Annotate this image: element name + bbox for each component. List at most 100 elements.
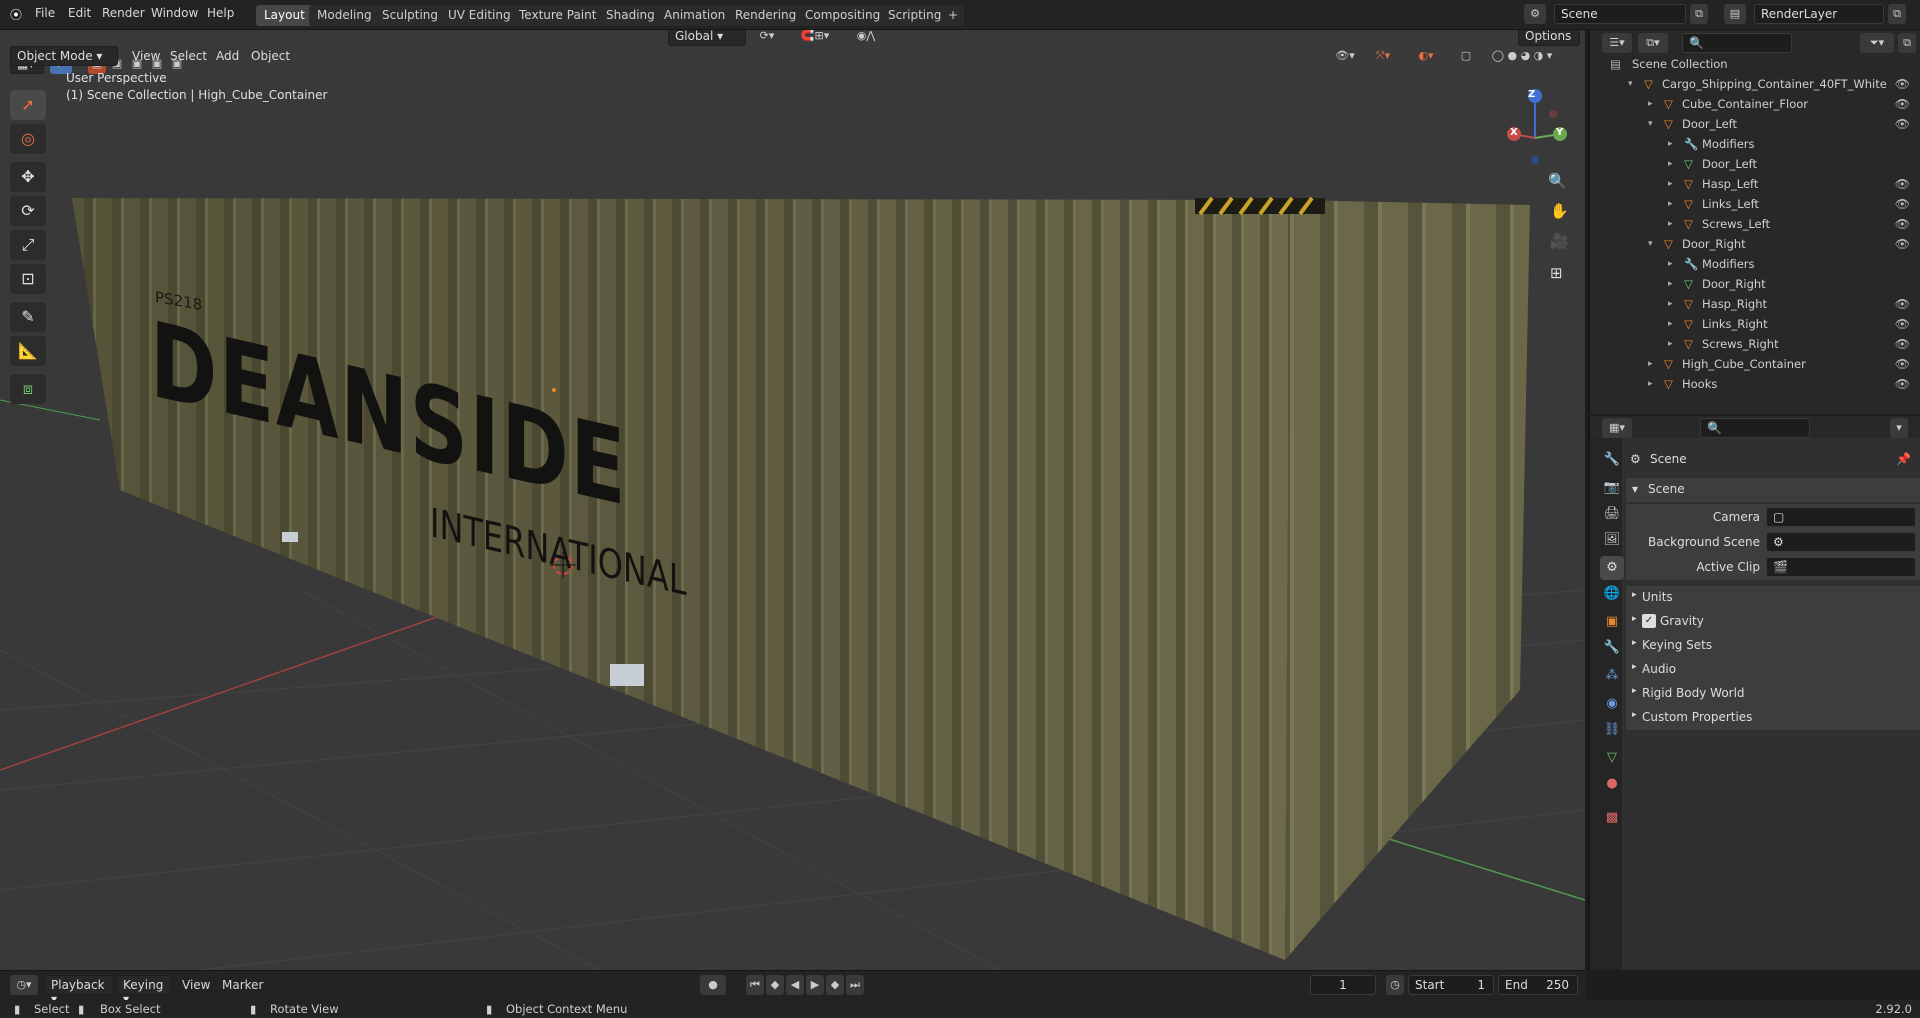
subpanel-header[interactable]: ▸ Custom Properties [1626,706,1920,730]
outliner-item[interactable]: ▾ ▽ Cargo_Shipping_Container_40FT_White 👁 [1590,74,1920,94]
tab-modeling[interactable]: Modeling [309,5,380,26]
properties-editor-icon[interactable]: ▦▾ [1602,418,1632,438]
tool-measure[interactable]: 📐 [10,336,46,366]
menu-edit[interactable]: Edit [68,6,91,20]
outliner-item[interactable]: ▸ ▽ Door_Right [1590,274,1920,294]
mode-selector[interactable]: Object Mode ▾ [10,46,118,66]
visibility-eye-icon[interactable]: 👁 [1895,77,1910,91]
ortho-grid-icon[interactable]: ⊞ [1550,264,1563,282]
tool-move[interactable]: ✥ [10,162,46,192]
chevron-right-icon[interactable]: ▸ [1648,379,1653,389]
pan-hand-icon[interactable]: ✋ [1550,202,1569,220]
new-collection-icon[interactable]: ⧉ [1898,33,1916,53]
timeline-menu-marker[interactable]: Marker [222,978,263,992]
play-reverse-icon[interactable]: ◀ [786,975,804,995]
play-icon[interactable]: ▶ [806,975,824,995]
tab-physics-icon[interactable]: ◉ [1600,692,1624,716]
timeline-menu-view[interactable]: View [182,978,210,992]
tab-scripting[interactable]: Scripting [880,5,950,26]
keying-dropdown[interactable]: Keying ▾ [116,975,172,1006]
tab-texture-icon[interactable]: ▩ [1600,806,1624,830]
start-frame-field[interactable]: Start 1 [1408,975,1494,995]
visibility-eye-icon[interactable]: 👁 [1895,97,1910,111]
viewport-menu-select[interactable]: Select [170,49,207,63]
pivot-point-icon[interactable]: ⟳▾ [752,30,782,46]
outliner-item[interactable]: ▾ ▽ Door_Right 👁 [1590,234,1920,254]
proportional-editing-icon[interactable]: ◉⋀ [846,30,886,46]
chevron-right-icon[interactable]: ▸ [1668,319,1673,329]
menu-help[interactable]: Help [207,6,234,20]
chevron-right-icon[interactable]: ▸ [1668,159,1673,169]
menu-window[interactable]: Window [151,6,198,20]
visibility-eye-icon[interactable]: 👁 [1895,337,1910,351]
outliner-item[interactable]: ▸ ▽ Hooks 👁 [1590,374,1920,394]
subpanel-header[interactable]: ▸ ✓ Gravity [1626,610,1920,634]
properties-search-input[interactable]: 🔍 [1700,418,1810,438]
tab-sculpting[interactable]: Sculpting [374,5,447,26]
tab-output-icon[interactable]: 🖨 [1600,502,1624,526]
viewport-menu-object[interactable]: Object [251,49,290,63]
subpanel-header[interactable]: ▸ Rigid Body World [1626,682,1920,706]
subpanel-header[interactable]: ▸ Units [1626,586,1920,610]
tab-material-icon[interactable]: ● [1600,772,1624,796]
3d-viewport[interactable]: Z X Y DEANSIDE INTERNATIONAL PS218 ▦▾ ➚ … [0,30,1585,970]
tab-render-icon[interactable]: 📷 [1600,476,1624,500]
outliner-item[interactable]: ▾ ▽ Door_Left 👁 [1590,114,1920,134]
chevron-right-icon[interactable]: ▸ [1668,279,1673,289]
scene-name-field[interactable]: Scene [1554,4,1686,24]
chevron-right-icon[interactable]: ▸ [1668,179,1673,189]
outliner-item[interactable]: ▸ ▽ Screws_Right 👁 [1590,334,1920,354]
background-scene-field[interactable]: ⚙ [1766,532,1916,552]
outliner-item[interactable]: ▸ ▽ High_Cube_Container 👁 [1590,354,1920,374]
outliner-root[interactable]: ▤ Scene Collection [1590,54,1920,74]
chevron-down-icon[interactable]: ▾ [1648,239,1653,249]
tool-cursor[interactable]: ◎ [10,124,46,154]
tool-add-cube[interactable]: ⧈ [10,374,46,404]
new-scene-icon[interactable]: ⧉ [1690,4,1708,24]
zoom-icon[interactable]: 🔍 [1548,172,1567,190]
visibility-eye-icon[interactable]: 👁 [1895,117,1910,131]
tool-annotate[interactable]: ✎ [10,302,46,332]
chevron-right-icon[interactable]: ▸ [1648,99,1653,109]
gravity-checkbox[interactable]: ✓ [1642,614,1656,628]
preview-range-icon[interactable]: ◷ [1386,975,1404,995]
tool-transform[interactable]: ⊡ [10,264,46,294]
chevron-down-icon[interactable]: ▾ [1628,79,1633,89]
properties-options-icon[interactable]: ▾ [1890,418,1908,438]
camera-view-icon[interactable]: 🎥 [1550,232,1569,250]
outliner-item[interactable]: ▸ 🔧 Modifiers [1590,254,1920,274]
next-keyframe-icon[interactable]: ◆ [826,975,844,995]
tab-view-layer-icon[interactable]: 🖼 [1600,528,1624,552]
outliner-item[interactable]: ▸ ▽ Door_Left [1590,154,1920,174]
outliner-editor-icon[interactable]: ☰▾ [1602,33,1632,53]
chevron-right-icon[interactable]: ▸ [1668,199,1673,209]
add-workspace-button[interactable]: + [942,5,965,26]
tab-layout[interactable]: Layout [256,5,313,26]
menu-file[interactable]: File [35,6,55,20]
view-layer-icon[interactable]: ▤ [1724,4,1746,24]
subpanel-header[interactable]: ▸ Audio [1626,658,1920,682]
visibility-eye-icon[interactable]: 👁 [1895,217,1910,231]
outliner-item[interactable]: ▸ ▽ Links_Right 👁 [1590,314,1920,334]
viewport-menu-add[interactable]: Add [216,49,239,63]
visibility-eye-icon[interactable]: 👁 [1895,357,1910,371]
tab-animation[interactable]: Animation [656,5,734,26]
pin-icon[interactable]: 📌 [1896,452,1911,466]
jump-start-icon[interactable]: ⏮ [746,975,764,995]
outliner-item[interactable]: ▸ ▽ Cube_Container_Floor 👁 [1590,94,1920,114]
visibility-eye-icon[interactable]: 👁 [1895,237,1910,251]
scene-icon[interactable]: ⚙ [1524,4,1546,24]
filter-icon[interactable]: ⏷▾ [1860,33,1894,53]
outliner-search-input[interactable]: 🔍 [1682,33,1792,53]
outliner-item[interactable]: ▸ 🔧 Modifiers [1590,134,1920,154]
camera-field[interactable]: ▢ [1766,507,1916,527]
tool-select-box[interactable]: ➚ [10,90,46,120]
visibility-eye-icon[interactable]: 👁 [1895,377,1910,391]
chevron-right-icon[interactable]: ▸ [1668,299,1673,309]
tab-constraints-icon[interactable]: ⛓ [1600,718,1624,742]
new-view-layer-icon[interactable]: ⧉ [1888,4,1906,24]
end-frame-field[interactable]: End 250 [1498,975,1578,995]
xray-toggle-icon[interactable]: ▢ [1456,46,1476,66]
tab-uv-editing[interactable]: UV Editing [440,5,519,26]
tab-particles-icon[interactable]: ⁂ [1600,664,1624,688]
